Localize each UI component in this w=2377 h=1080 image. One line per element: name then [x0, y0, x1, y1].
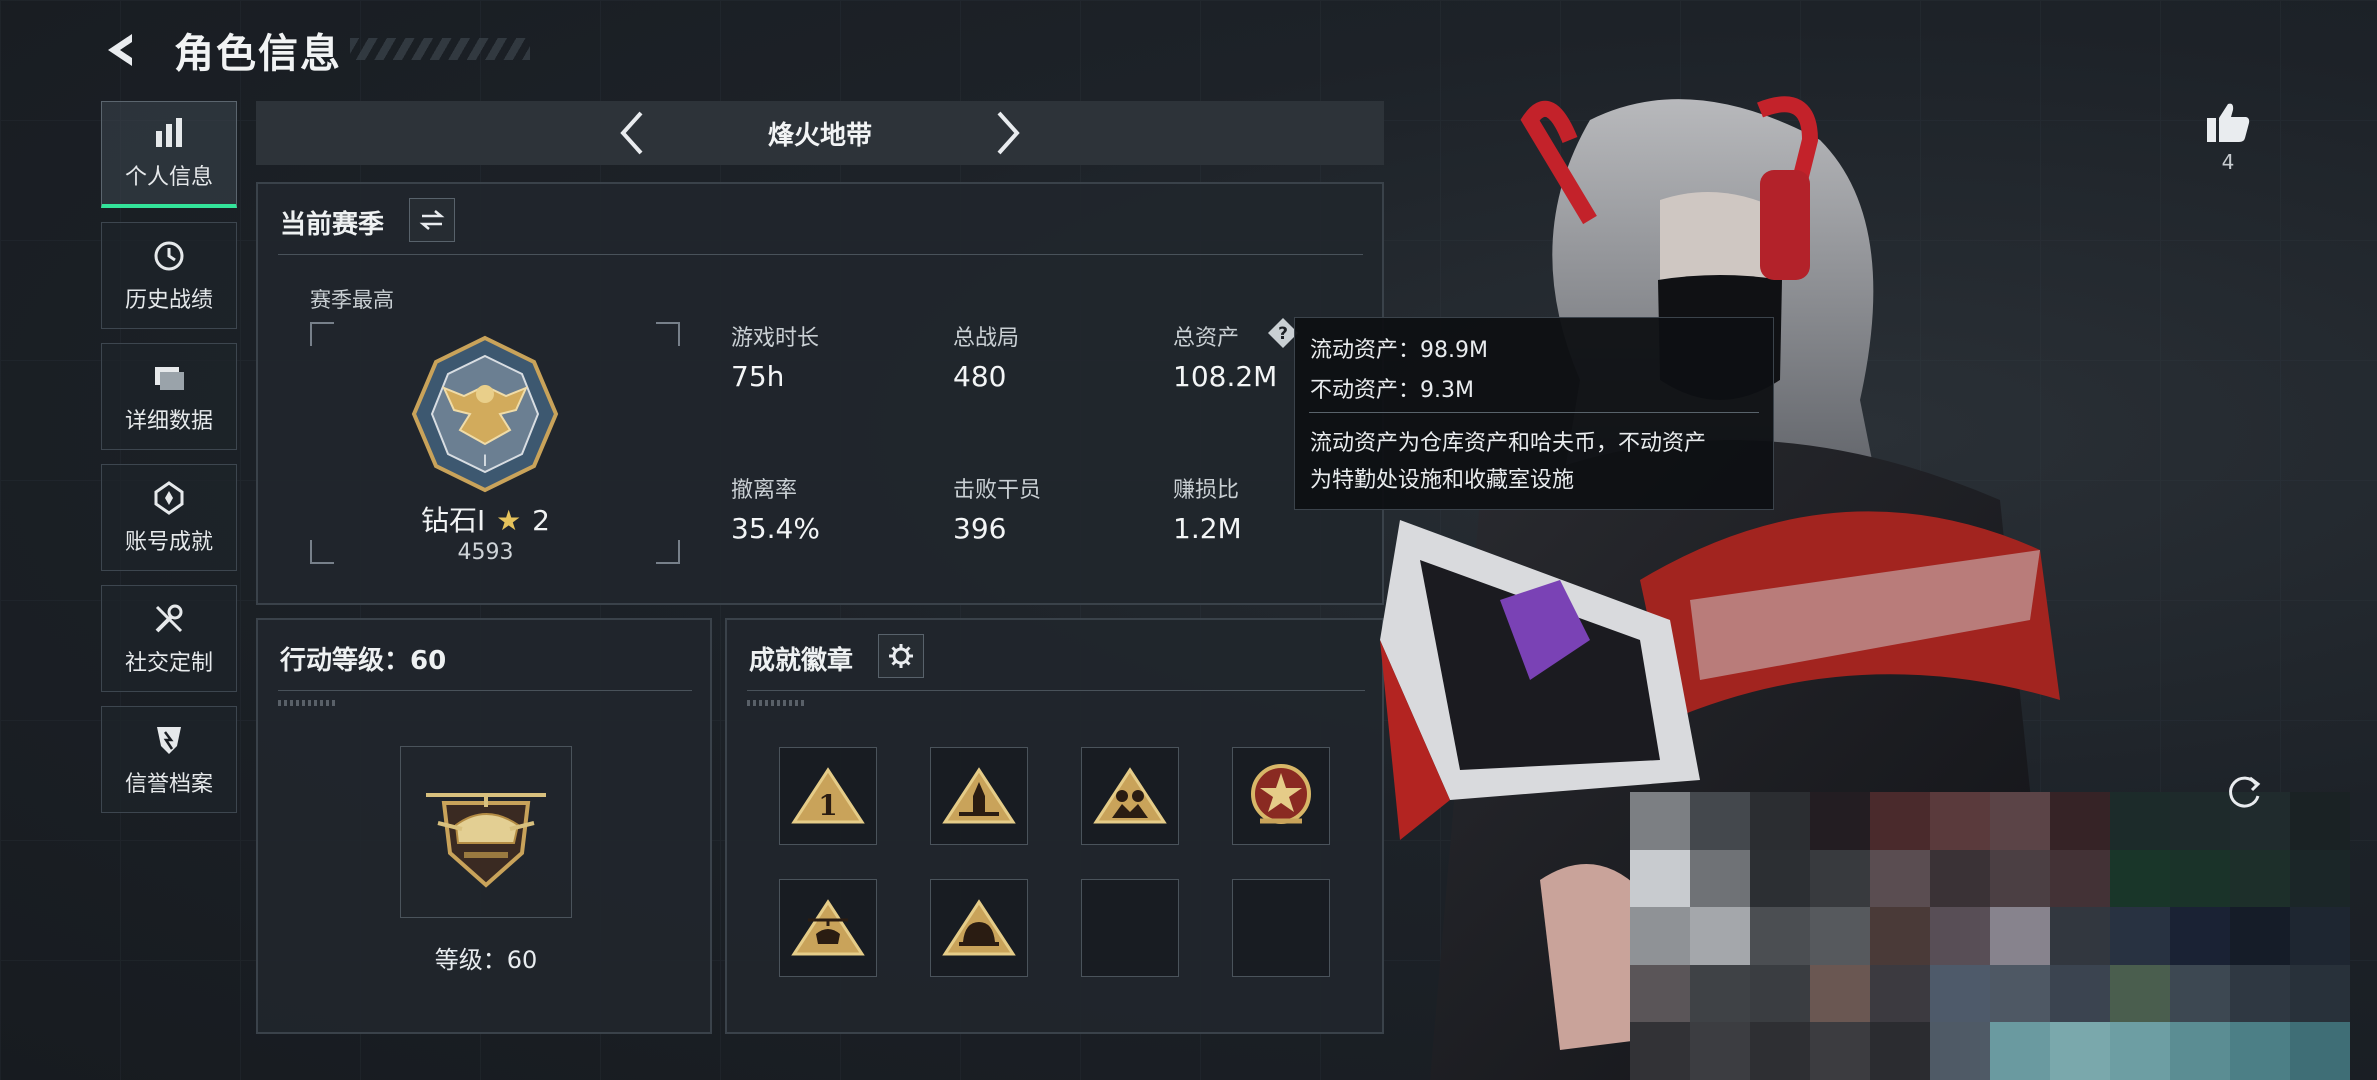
achievement-icon: [154, 480, 184, 515]
rank-line: 钻石I ★ 2: [258, 499, 713, 539]
mode-next-button[interactable]: [984, 109, 1032, 157]
page-title: 角色信息: [174, 31, 342, 77]
frame-corner: [656, 322, 680, 346]
mode-selector: 烽火地带: [256, 101, 1384, 165]
divider-dots: [747, 700, 807, 706]
sidebar-item-social-custom[interactable]: 社交定制: [101, 585, 237, 692]
badge-slot-empty[interactable]: [1232, 879, 1330, 977]
divider: [278, 690, 692, 691]
sidebar-item-label: 账号成就: [124, 529, 213, 555]
badge-rank1-icon: 1: [791, 767, 865, 824]
rank-score: 4593: [457, 540, 514, 565]
svg-text:?: ?: [1278, 324, 1288, 344]
bar-chart-icon: [156, 118, 182, 147]
stat-label-extract-rate: 撤离率: [731, 478, 798, 503]
back-arrow-icon[interactable]: [100, 28, 144, 72]
divider: [278, 254, 1363, 255]
svg-text:I: I: [483, 451, 488, 470]
badge-helmet-icon: [942, 899, 1016, 956]
stat-value-operators-defeated: 396: [953, 512, 1007, 545]
title-decoration: [350, 38, 530, 60]
rotate-icon[interactable]: [2222, 770, 2266, 814]
badge-slot[interactable]: [1232, 747, 1330, 845]
thumbs-up-icon: [2207, 103, 2250, 142]
stat-label-operators-defeated: 击败干员: [953, 478, 1042, 503]
stat-label-profit-ratio: 赚损比: [1173, 478, 1240, 503]
action-level-panel: 行动等级：60 等级：60: [256, 618, 712, 1034]
level-emblem-frame: [400, 746, 572, 918]
divider: [747, 690, 1365, 691]
tooltip-description-line1: 流动资产为仓库资产和哈夫币，不动资产: [1310, 431, 1707, 456]
mode-title: 烽火地带: [767, 120, 872, 151]
tooltip-description-line2: 为特勤处设施和收藏室设施: [1310, 468, 1575, 493]
stat-value-total-assets: 108.2M: [1173, 360, 1278, 393]
sidebar-item-label: 信誉档案: [124, 771, 213, 797]
sidebar-item-label: 历史战绩: [124, 287, 213, 313]
frame-corner: [310, 322, 334, 346]
level-text: 等级：60: [434, 946, 538, 974]
folder-icon: [155, 366, 184, 390]
stat-label-total-assets: 总资产: [1173, 326, 1240, 351]
assets-tooltip: 流动资产：98.9M 不动资产：9.3M 流动资产为仓库资产和哈夫币，不动资产 …: [1294, 317, 1774, 510]
sidebar-item-history[interactable]: 历史战绩: [101, 222, 237, 329]
season-panel: 当前赛季 赛季最高 I 钻石I ★ 2 4593 游戏时长 75h 总战局 48…: [256, 182, 1384, 605]
badge-slot-empty[interactable]: [1081, 879, 1179, 977]
history-clock-icon: [154, 241, 184, 270]
mode-prev-button[interactable]: [608, 109, 656, 157]
badge-slot[interactable]: [1081, 747, 1179, 845]
tooltip-fixed-assets: 不动资产：9.3M: [1310, 378, 1474, 403]
stat-value-profit-ratio: 1.2M: [1173, 512, 1242, 545]
tooltip-liquid-assets: 流动资产：98.9M: [1310, 338, 1488, 363]
action-level-title: 行动等级：60: [280, 646, 447, 676]
swap-icon: [419, 210, 445, 230]
badge-soldiers-icon: [1093, 767, 1167, 824]
badge-slot[interactable]: 1: [779, 747, 877, 845]
sidebar-item-personal-info[interactable]: 个人信息: [101, 101, 237, 208]
stat-value-total-matches: 480: [953, 360, 1007, 393]
badge-slot[interactable]: [930, 747, 1028, 845]
helicopter-level-emblem-icon: [426, 793, 546, 888]
sidebar-item-label: 社交定制: [124, 650, 213, 676]
sidebar: 个人信息 历史战绩 详细数据 账号成就 社交定制 信誉档案: [101, 101, 239, 827]
season-title: 当前赛季: [280, 210, 385, 240]
sidebar-item-label: 个人信息: [124, 165, 213, 190]
badge-star-emblem-icon: [1251, 764, 1311, 824]
badge-slot[interactable]: [930, 879, 1028, 977]
svg-text:1: 1: [818, 789, 837, 822]
tooltip-divider: [1309, 412, 1759, 413]
badge-slot[interactable]: [779, 879, 877, 977]
stat-value-extract-rate: 35.4%: [731, 512, 820, 545]
credit-shield-icon: [157, 726, 181, 754]
chevron-left-icon: [620, 111, 643, 155]
season-switch-button[interactable]: [409, 198, 455, 242]
like-button[interactable]: 4: [2204, 100, 2252, 174]
divider-dots: [278, 700, 338, 706]
badges-panel: 成就徽章 1: [725, 618, 1384, 1034]
wrench-icon: [155, 604, 183, 632]
stat-label-playtime: 游戏时长: [731, 326, 820, 351]
badge-helicopter-icon: [791, 899, 865, 956]
header: 角色信息: [100, 22, 342, 78]
stat-value-playtime: 75h: [731, 360, 785, 393]
season-best-label: 赛季最高: [310, 288, 394, 312]
rank-stars: 2: [532, 504, 550, 537]
rank-diamond-emblem-icon: I: [411, 335, 559, 493]
rank-name: 钻石I: [420, 504, 486, 537]
badge-settings-button[interactable]: [878, 634, 924, 678]
stat-label-total-matches: 总战局: [953, 326, 1020, 351]
sidebar-item-label: 详细数据: [124, 408, 213, 434]
sidebar-item-achievements[interactable]: 账号成就: [101, 464, 237, 571]
chevron-right-icon: [997, 111, 1020, 155]
sidebar-item-detailed-data[interactable]: 详细数据: [101, 343, 237, 450]
badge-rocket-icon: [942, 767, 1016, 824]
mosaic-overlay: [1630, 792, 2350, 1080]
star-icon: ★: [496, 504, 522, 537]
sidebar-item-credit-record[interactable]: 信誉档案: [101, 706, 237, 813]
like-count: 4: [2221, 150, 2235, 174]
badges-title: 成就徽章: [749, 646, 854, 676]
gear-icon: [889, 644, 913, 668]
